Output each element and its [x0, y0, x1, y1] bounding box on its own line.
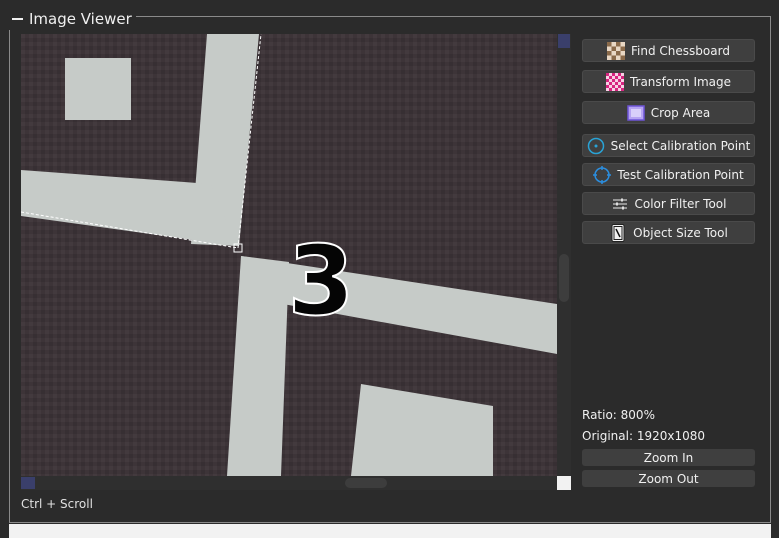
target-circle-icon	[587, 137, 604, 154]
tool-label: Test Calibration Point	[617, 167, 744, 182]
measure-object-icon	[611, 223, 625, 242]
vertical-scroll-handle[interactable]	[559, 254, 569, 302]
transform-image-button[interactable]: Transform Image	[582, 70, 755, 93]
filter-sliders-icon	[612, 198, 627, 209]
tool-label: Transform Image	[629, 74, 732, 89]
crop-area-button[interactable]: Crop Area	[582, 101, 755, 124]
scroll-corner	[557, 476, 571, 490]
tool-label: Color Filter Tool	[634, 196, 727, 211]
bottom-panel-edge	[9, 524, 771, 538]
original-size-label: Original: 1920x1080	[582, 429, 705, 443]
object-size-tool-button[interactable]: Object Size Tool	[582, 221, 755, 244]
tool-label: Find Chessboard	[631, 43, 730, 58]
zoom-in-button[interactable]: Zoom In	[582, 449, 755, 466]
crop-area-icon	[627, 104, 645, 121]
zoom-out-button[interactable]: Zoom Out	[582, 470, 755, 487]
panel-header[interactable]: Image Viewer	[9, 8, 136, 30]
vertical-scrollbar[interactable]	[557, 34, 571, 476]
ratio-label: Ratio: 800%	[582, 408, 655, 422]
tool-label: Select Calibration Point	[610, 138, 751, 153]
horizontal-scrollbar[interactable]	[21, 476, 557, 490]
collapse-icon[interactable]	[12, 18, 23, 20]
image-canvas[interactable]: 3	[21, 34, 557, 476]
tool-label: Crop Area	[650, 105, 711, 120]
chessboard-icon	[607, 41, 626, 60]
overlay-number: 3	[288, 225, 355, 337]
crosshair-circle-icon	[593, 165, 612, 184]
zoom-hint: Ctrl + Scroll	[21, 497, 93, 511]
transform-grid-icon	[605, 72, 624, 91]
zoomed-image: 3	[21, 34, 557, 476]
test-calibration-point-button[interactable]: Test Calibration Point	[582, 163, 755, 186]
color-filter-tool-button[interactable]: Color Filter Tool	[582, 192, 755, 215]
tool-label: Object Size Tool	[633, 225, 728, 240]
tape-square	[65, 58, 131, 120]
horizontal-scroll-handle[interactable]	[345, 478, 387, 488]
select-calibration-point-button[interactable]: Select Calibration Point	[582, 134, 755, 157]
panel-title: Image Viewer	[29, 10, 132, 28]
find-chessboard-button[interactable]: Find Chessboard	[582, 39, 755, 62]
